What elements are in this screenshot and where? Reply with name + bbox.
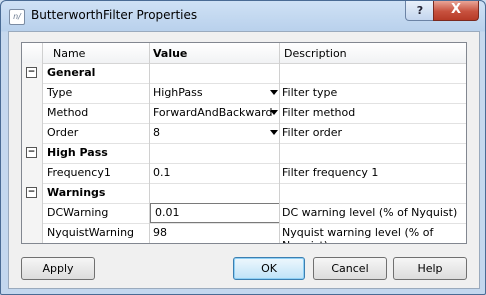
property-value[interactable]: 8 [153,126,160,139]
row-gutter: − [22,183,42,203]
property-name: NyquistWarning [47,226,135,239]
group-label: General [47,66,96,79]
property-name: Order [47,126,79,139]
cancel-button[interactable]: Cancel [313,257,387,280]
dropdown-arrow-icon[interactable] [270,110,278,115]
property-name: Type [47,86,73,99]
group-label: High Pass [47,146,108,159]
property-name: Method [47,106,89,119]
grid-header: Name Value Description [22,43,466,64]
group-row[interactable]: − Warnings [22,183,466,204]
property-description: Filter order [282,126,343,139]
group-row[interactable]: − High Pass [22,143,466,164]
dropdown-arrow-icon[interactable] [270,90,278,95]
property-description: DC warning level (% of Nyquist) [282,206,458,219]
property-row[interactable]: Method ForwardAndBackward Filter method [22,103,466,124]
help-title-button[interactable]: ? [405,1,435,21]
row-gutter: − [22,63,42,83]
property-value[interactable]: ForwardAndBackward [153,106,272,119]
row-gutter [22,123,42,143]
title-bar[interactable]: n/ ButterworthFilter Properties ? X [1,1,485,31]
property-value: 0.01 [155,206,180,219]
row-gutter [22,103,42,123]
property-value[interactable]: HighPass [153,86,203,99]
close-button[interactable]: X [433,1,479,21]
row-gutter [22,203,42,223]
header-value[interactable]: Value [153,47,187,60]
header-name[interactable]: Name [53,47,85,60]
property-row[interactable]: Order 8 Filter order [22,123,466,144]
property-value-input[interactable]: 0.01 [150,203,280,223]
apply-button[interactable]: Apply [21,257,95,280]
group-row[interactable]: − General [22,63,466,84]
group-label: Warnings [47,186,106,199]
property-name: DCWarning [47,206,109,219]
property-value[interactable]: 0.1 [153,166,171,179]
row-gutter: − [22,143,42,163]
collapse-icon[interactable]: − [26,147,37,158]
property-row[interactable]: Type HighPass Filter type [22,83,466,104]
app-icon: n/ [9,9,25,25]
column-divider[interactable] [279,43,280,243]
close-icon: X [450,2,462,17]
property-description: Filter type [282,86,338,99]
property-name: Frequency1 [47,166,111,179]
column-divider [42,43,43,243]
property-row[interactable]: DCWarning 0.01 DC warning level (% of Nyqu… [22,203,466,224]
collapse-icon[interactable]: − [26,67,37,78]
property-row[interactable]: Frequency1 0.1 Filter frequency 1 [22,163,466,184]
row-gutter [22,83,42,103]
property-description: Nyquist warning level (% of Nyquist) [282,226,434,243]
row-gutter [22,163,42,183]
property-row[interactable]: NyquistWarning 98 Nyquist warning level (%… [22,223,466,243]
property-description: Filter frequency 1 [282,166,379,179]
property-value[interactable]: 98 [153,226,167,239]
window-title: ButterworthFilter Properties [31,8,198,22]
ok-button[interactable]: OK [233,257,305,280]
dialog-window: n/ ButterworthFilter Properties ? X Name… [0,0,486,295]
property-grid[interactable]: Name Value Description − General Type HighP… [21,42,467,244]
client-area: Name Value Description − General Type HighP… [8,31,480,289]
help-button[interactable]: Help [393,257,467,280]
collapse-icon[interactable]: − [26,187,37,198]
row-gutter [22,223,42,243]
property-description: Filter method [282,106,356,119]
header-description[interactable]: Description [284,47,347,60]
dropdown-arrow-icon[interactable] [270,130,278,135]
column-divider[interactable] [149,43,150,243]
